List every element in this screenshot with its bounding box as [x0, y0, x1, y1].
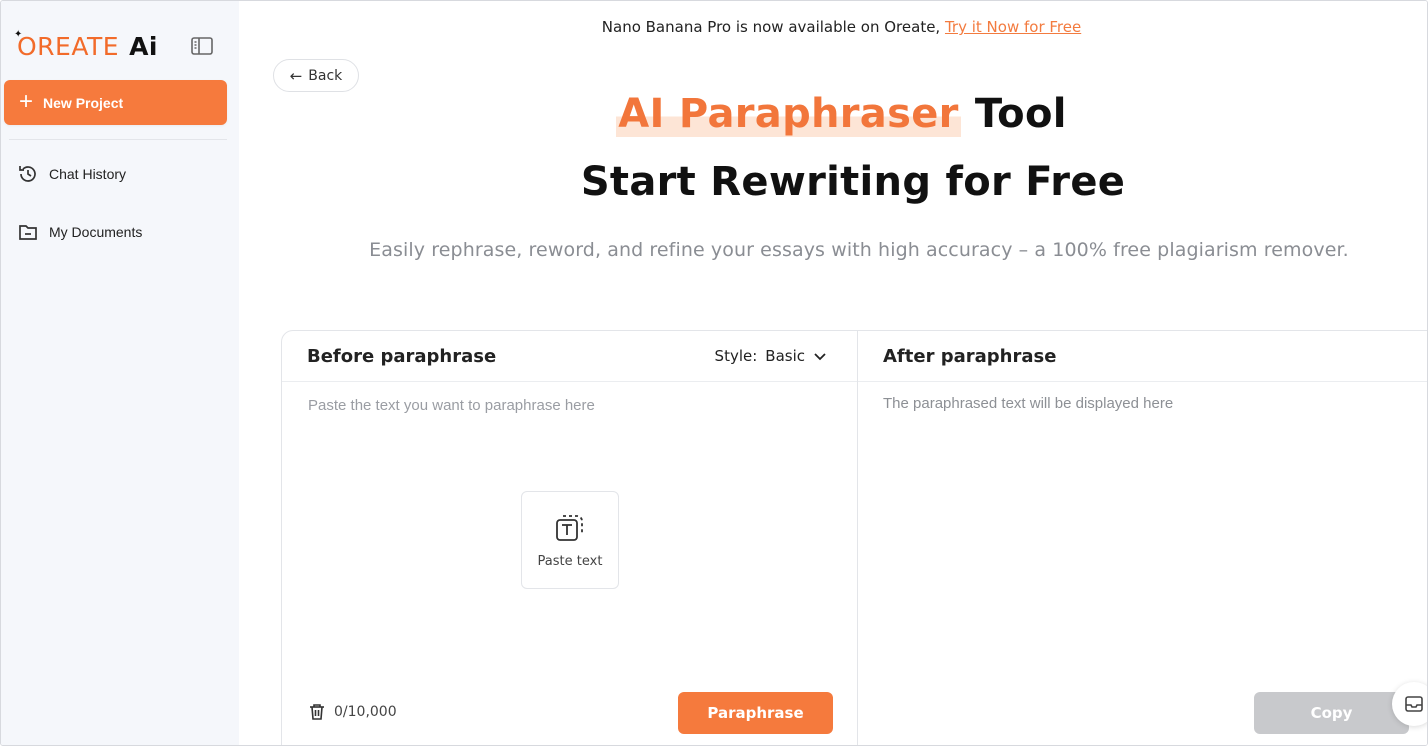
new-project-label: New Project	[43, 94, 124, 111]
logo-brand: OREATE	[17, 31, 120, 61]
banner-link[interactable]: Try it Now for Free	[945, 18, 1081, 36]
style-value: Basic	[765, 347, 805, 365]
paraphrase-button[interactable]: Paraphrase	[678, 692, 833, 734]
title-rest: Tool	[960, 91, 1067, 137]
sidebar: ✦ OREATE Ai + New Project Chat History M…	[1, 1, 239, 745]
before-pane: Before paraphrase Style: Basic Paste the…	[282, 331, 858, 745]
character-counter: 0/10,000	[308, 703, 397, 721]
app-window: ✦ OREATE Ai + New Project Chat History M…	[0, 0, 1428, 746]
page-description: Easily rephrase, reword, and refine your…	[369, 239, 1349, 261]
paste-text-icon	[556, 514, 583, 541]
title-highlight: AI Paraphraser	[616, 91, 961, 137]
announcement-banner: Nano Banana Pro is now available on Orea…	[239, 18, 1427, 36]
banner-text: Nano Banana Pro is now available on Orea…	[601, 18, 945, 36]
main-content: Nano Banana Pro is now available on Orea…	[239, 1, 1427, 745]
page-subtitle: Start Rewriting for Free	[580, 159, 1126, 205]
plus-icon: +	[19, 87, 34, 115]
before-title: Before paraphrase	[307, 346, 497, 367]
sparkle-icon: ✦	[14, 29, 23, 40]
trash-icon[interactable]	[308, 703, 326, 721]
page-title: AI Paraphraser Tool	[239, 91, 1427, 137]
folder-icon	[19, 225, 37, 240]
back-button[interactable]: ← Back	[273, 59, 359, 92]
output-placeholder: The paraphrased text will be displayed h…	[883, 395, 1174, 412]
history-icon	[19, 166, 36, 182]
logo-ai: Ai	[129, 31, 158, 61]
style-label: Style:	[714, 347, 758, 365]
counter-value: 0/10,000	[334, 704, 397, 720]
sidebar-toggle-icon[interactable]	[190, 35, 214, 57]
before-pane-header: Before paraphrase Style: Basic	[282, 331, 857, 382]
style-dropdown[interactable]: Style: Basic	[715, 347, 827, 365]
arrow-left-icon: ←	[289, 66, 303, 85]
after-pane: After paraphrase The paraphrased text wi…	[858, 331, 1427, 745]
sidebar-item-my-documents[interactable]: My Documents	[17, 220, 142, 244]
after-pane-header: After paraphrase	[858, 331, 1427, 382]
inbox-icon	[1405, 696, 1423, 712]
after-title: After paraphrase	[883, 346, 1057, 367]
copy-button[interactable]: Copy	[1254, 692, 1409, 734]
paraphrase-editor: Before paraphrase Style: Basic Paste the…	[281, 330, 1427, 745]
paste-text-button[interactable]: Paste text	[521, 491, 619, 589]
logo[interactable]: ✦ OREATE Ai	[14, 29, 158, 61]
sidebar-item-label: Chat History	[49, 166, 127, 182]
sidebar-item-label: My Documents	[49, 224, 143, 240]
sidebar-divider	[9, 139, 227, 140]
sidebar-item-chat-history[interactable]: Chat History	[17, 162, 126, 186]
new-project-button[interactable]: + New Project	[4, 80, 227, 125]
paste-text-label: Paste text	[537, 553, 603, 569]
back-label: Back	[308, 67, 343, 84]
chevron-down-icon	[814, 353, 826, 361]
feedback-floating-button[interactable]	[1392, 682, 1427, 726]
